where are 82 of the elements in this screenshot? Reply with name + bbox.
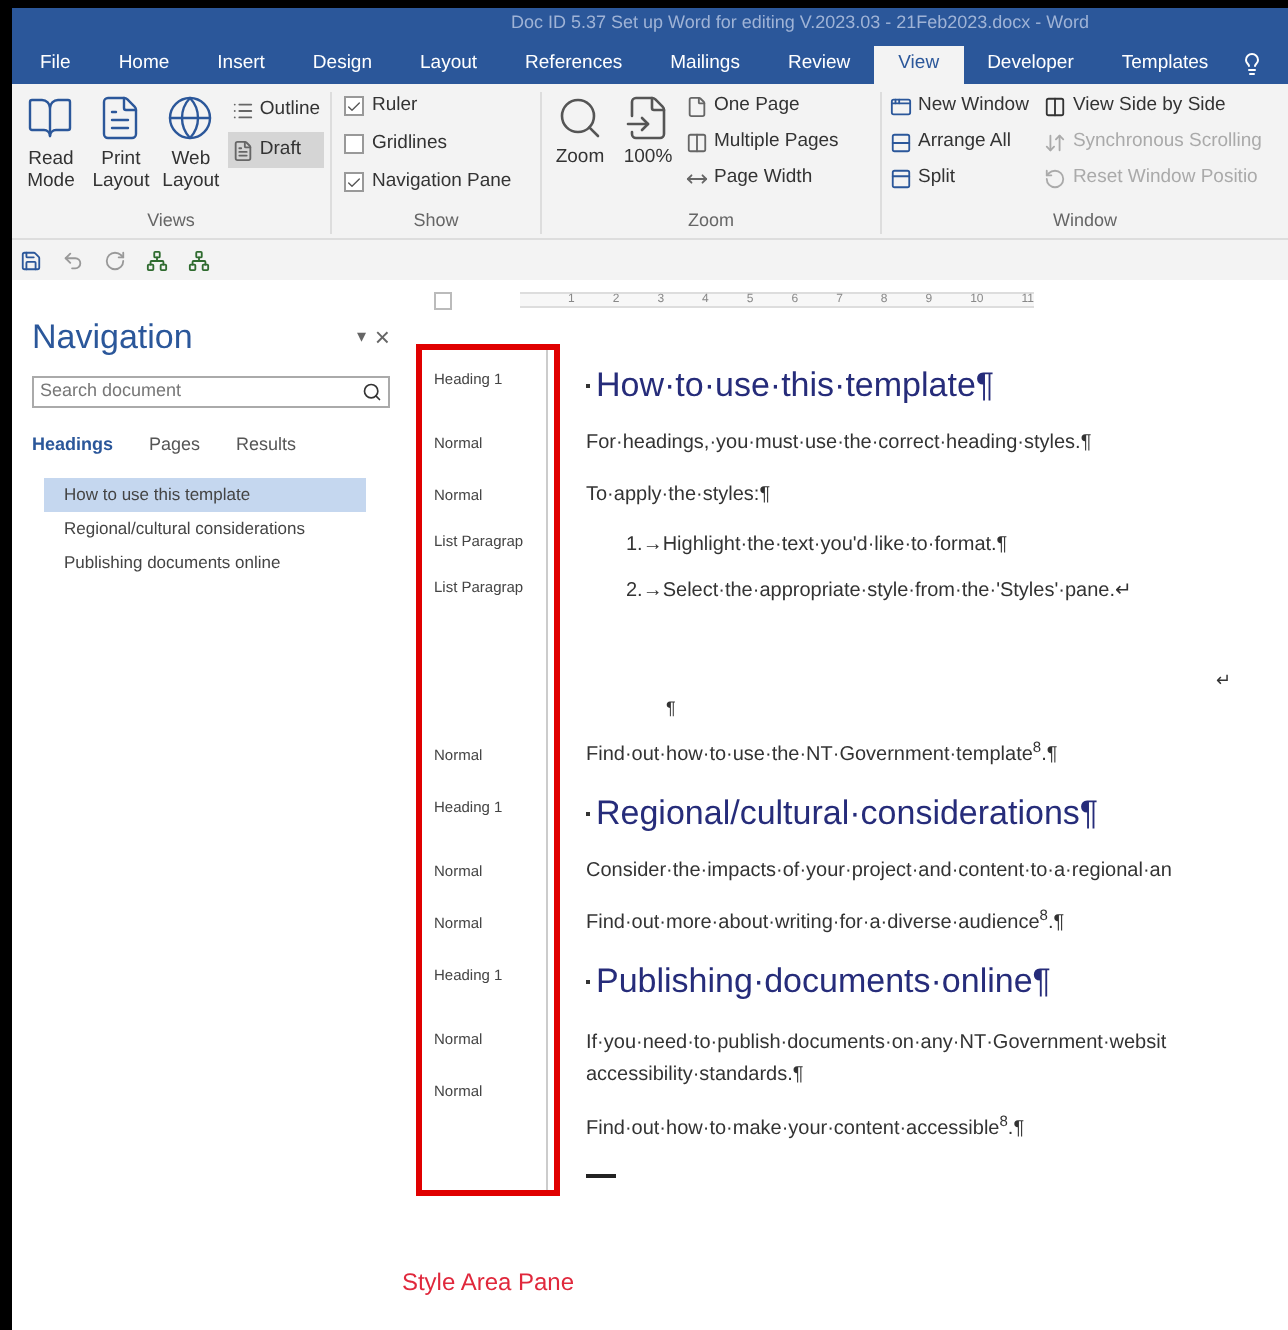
search-icon[interactable]: [362, 381, 382, 401]
ribbon-tab[interactable]: Layout: [396, 46, 502, 84]
view-mode-button[interactable]: Print Layout: [87, 92, 154, 192]
document-paragraph: For·headings,·you·must·use·the·correct·heading·styles.¶: [586, 430, 1094, 458]
show-checkbox[interactable]: Gridlines: [344, 130, 528, 158]
endnote-separator: [586, 1173, 616, 1177]
navigation-tab[interactable]: Pages: [149, 431, 201, 458]
document-paragraph: To·apply·the·styles:¶: [586, 482, 773, 510]
paragraph-mark: ¶: [666, 695, 678, 721]
document-paragraph: 2.→Select·the·appropriate·style·from·the·'Styles'·pane.↵: [626, 577, 1133, 605]
ribbon-tab[interactable]: Developer: [963, 46, 1098, 84]
heading-item[interactable]: Publishing documents online: [44, 546, 366, 580]
heading-item[interactable]: How to use this template: [44, 478, 366, 512]
document-heading: Regional/cultural·considerations¶: [596, 792, 1099, 837]
ribbon-tab[interactable]: Templates: [1097, 46, 1233, 84]
ribbon-tab[interactable]: Review: [763, 46, 875, 84]
ribbon-tab[interactable]: File: [16, 46, 95, 84]
search-input[interactable]: Search document: [40, 377, 362, 405]
document-paragraph: Consider·the·impacts·of·your·project·and·content·to·a·regional·an: [586, 858, 1174, 886]
checkbox[interactable]: [344, 96, 364, 116]
window-title: Doc ID 5.37 Set up Word for editing V.2023.03 - 21Feb2023.docx - Word: [510, 10, 1089, 37]
lightbulb-icon[interactable]: [1240, 52, 1265, 76]
group-label: Views: [145, 207, 197, 233]
ribbon-tab[interactable]: Insert: [193, 46, 289, 84]
document-heading: Publishing·documents·online¶: [596, 960, 1051, 1005]
navigation-tab[interactable]: Results: [236, 431, 297, 458]
document-paragraph: accessibility·standards.¶: [586, 1061, 806, 1089]
search-field[interactable]: Search document: [32, 375, 390, 407]
close-button[interactable]: ×: [374, 324, 390, 351]
document-heading: How·to·use·this·template¶: [596, 364, 995, 409]
annotation-caption: Style Area Pane: [401, 1266, 575, 1300]
rotate-icon: [1044, 168, 1067, 190]
zoom-option-button[interactable]: One Page: [686, 92, 839, 122]
view-mode-button[interactable]: Outline: [227, 92, 325, 128]
window-icon: [890, 96, 912, 118]
show-checkbox[interactable]: Ruler: [344, 92, 528, 120]
vertical-arrows-icon: [1044, 132, 1067, 154]
window-button[interactable]: Arrange All: [890, 128, 1029, 158]
tree-icon[interactable]: [146, 249, 168, 271]
checkbox[interactable]: [344, 172, 364, 192]
show-checkbox[interactable]: Navigation Pane: [344, 168, 528, 196]
document-icon: [231, 139, 254, 161]
ribbon-tab[interactable]: Home: [94, 46, 194, 84]
group-label: Show: [411, 207, 461, 233]
ribbon-tab[interactable]: Mailings: [646, 46, 764, 84]
window-button[interactable]: Split: [890, 164, 1029, 194]
undo-icon[interactable]: [62, 249, 84, 271]
columns-icon: [686, 132, 708, 154]
ribbon-tab[interactable]: References: [501, 46, 647, 84]
panel-icon: [890, 168, 912, 190]
ribbon-tab[interactable]: Design: [288, 46, 396, 84]
save-icon[interactable]: [20, 249, 42, 271]
document-paragraph: Find·out·how·to·make·your·content·accessible$^{8}$.¶: [586, 1114, 1027, 1144]
document-paragraph: If·you·need·to·publish·documents·on·any·NT·Government·websit: [586, 1029, 1169, 1057]
heading-item[interactable]: Regional/cultural considerations: [44, 512, 366, 546]
view-mode-button[interactable]: Web Layout: [157, 92, 224, 192]
rows-icon: [890, 132, 912, 154]
tree-icon[interactable]: [188, 249, 210, 271]
navigation-tab[interactable]: Headings: [32, 431, 114, 458]
globe-icon: [166, 92, 215, 144]
pane-title: Navigation: [32, 316, 195, 360]
checkbox[interactable]: [344, 134, 364, 154]
document-paragraph: Find·out·how·to·use·the·NT·Government·template$^{8}$.¶: [586, 740, 1060, 770]
view-mode-button[interactable]: Read Mode: [18, 92, 84, 192]
group-label: Zoom: [685, 207, 736, 233]
window-button[interactable]: View Side by Side: [1044, 92, 1262, 122]
ribbon-tab[interactable]: View: [874, 46, 964, 84]
line-break-mark: ↵: [1216, 668, 1232, 694]
pane-menu-button[interactable]: ▾: [356, 324, 367, 351]
zoom-option-button[interactable]: Page Width: [686, 164, 839, 194]
group-label: Window: [1050, 207, 1119, 233]
zoom-button[interactable]: 100%: [618, 92, 678, 194]
columns-icon: [1044, 96, 1067, 118]
zoom-button[interactable]: Zoom: [550, 92, 610, 194]
document-paragraph: Find·out·more·about·writing·for·a·diverse·audience$^{8}$.¶: [586, 908, 1067, 938]
page-icon: [686, 96, 708, 118]
window-button[interactable]: New Window: [890, 92, 1029, 122]
document-paragraph: 1.→Highlight·the·text·you'd·like·to·format.¶: [626, 531, 1010, 559]
horizontal-arrows-icon: [686, 168, 708, 190]
zoom-option-button[interactable]: Multiple Pages: [686, 128, 839, 158]
view-mode-button[interactable]: Draft: [227, 132, 325, 168]
redo-icon[interactable]: [104, 249, 126, 271]
